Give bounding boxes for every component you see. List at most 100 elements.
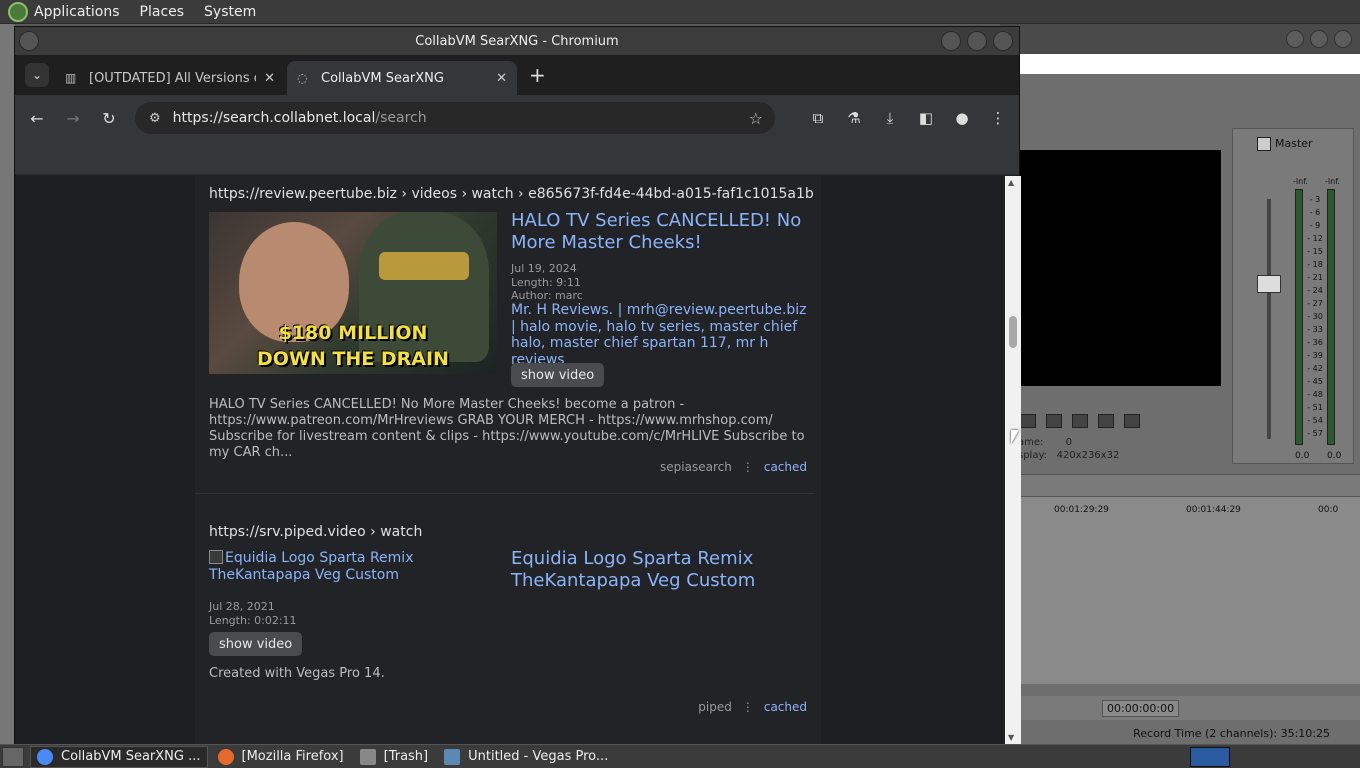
- gnome-foot-icon[interactable]: [8, 1, 28, 22]
- meter-scale-label: - 21: [1307, 273, 1323, 282]
- result-date: Jul 19, 2024: [511, 262, 577, 275]
- thumbnail-alt-text: Equidia Logo Sparta Remix TheKantapapa V…: [209, 550, 414, 583]
- tray-chromium-icon[interactable]: [1190, 747, 1230, 767]
- profile-icon[interactable]: ●: [951, 104, 973, 132]
- results-column: https://review.peertube.biz › videos › w…: [195, 176, 821, 744]
- task-label: [Mozilla Firefox]: [241, 749, 344, 764]
- meter-zero-left: 0.0: [1295, 451, 1310, 461]
- show-video-button[interactable]: show video: [511, 363, 605, 387]
- meter-scale-label: - 18: [1307, 260, 1323, 269]
- result-author: Author: marc: [511, 289, 583, 302]
- meter-scale-label: - 9: [1309, 221, 1321, 230]
- result-url[interactable]: https://srv.piped.video › watch: [209, 524, 813, 540]
- meter-scale-label: - 57: [1307, 429, 1323, 438]
- window-menu-icon[interactable]: [19, 31, 39, 51]
- scroll-down-icon[interactable]: ▼: [1008, 733, 1014, 742]
- close-icon[interactable]: [1334, 30, 1352, 48]
- kebab-menu-icon[interactable]: ⋮: [987, 104, 1009, 132]
- task-trash[interactable]: [Trash]: [354, 746, 435, 768]
- download-icon[interactable]: ⤓: [879, 104, 901, 132]
- thumbnail-caption-line: $180 MILLION: [278, 322, 428, 344]
- result-meta: Jul 19, 2024 Length: 9:11 Author: marc: [511, 262, 583, 303]
- scroll-up-icon[interactable]: ▲: [1008, 178, 1014, 187]
- timeline: 00:01:29:29 00:01:44:29 00:0: [1020, 474, 1360, 684]
- meter-inf-right: -Inf.: [1325, 177, 1341, 186]
- bookmark-bar: [15, 141, 1019, 175]
- menu-system[interactable]: System: [204, 4, 256, 20]
- transport-controls: [1020, 414, 1140, 428]
- page-scrollbar[interactable]: ▲ ▼: [1005, 176, 1021, 744]
- video-thumbnail[interactable]: $180 MILLION DOWN THE DRAIN: [209, 212, 497, 374]
- new-tab-icon[interactable]: +: [529, 63, 546, 87]
- cached-link[interactable]: cached: [764, 460, 807, 474]
- minimize-icon[interactable]: [941, 31, 961, 51]
- meter-scale-label: - 45: [1307, 377, 1323, 386]
- back-icon[interactable]: ←: [23, 104, 51, 132]
- show-video-button[interactable]: show video: [209, 632, 303, 656]
- address-bar[interactable]: ⚙ https://search.collabnet.local/search …: [135, 102, 775, 134]
- fader-track: [1267, 199, 1271, 439]
- fast-forward-icon[interactable]: [1124, 414, 1140, 428]
- result-title[interactable]: Equidia Logo Sparta Remix TheKantapapa V…: [511, 548, 811, 592]
- firefox-icon: [217, 748, 234, 765]
- maximize-icon[interactable]: [1310, 30, 1328, 48]
- chromium-titlebar: CollabVM SearXNG - Chromium: [15, 27, 1019, 55]
- cached-link[interactable]: cached: [764, 700, 807, 714]
- preview-info: ame: 0 splay: 420x236x32: [1018, 436, 1119, 462]
- result-title[interactable]: HALO TV Series CANCELLED! No More Master…: [511, 210, 811, 254]
- labs-icon[interactable]: ⚗: [843, 104, 865, 132]
- task-label: Untitled - Vegas Pro...: [468, 749, 609, 764]
- result-length: Length: 0:02:11: [209, 613, 297, 627]
- result-divider: [195, 493, 815, 494]
- reload-icon[interactable]: ↻: [95, 104, 123, 132]
- master-fader[interactable]: [1257, 275, 1281, 293]
- meter-scale-label: - 30: [1307, 312, 1323, 321]
- result-tags[interactable]: Mr. H Reviews. | mrh@review.peertube.biz…: [511, 302, 811, 368]
- task-firefox[interactable]: [Mozilla Firefox]: [212, 746, 350, 768]
- taskbar: CollabVM SearXNG ... [Mozilla Firefox] […: [0, 744, 1360, 768]
- broken-thumbnail[interactable]: Equidia Logo Sparta Remix TheKantapapa V…: [209, 550, 499, 584]
- meter-scale-label: - 12: [1307, 234, 1323, 243]
- extensions-icon[interactable]: ⧉: [807, 104, 829, 132]
- site-info-icon[interactable]: ⚙: [149, 111, 161, 126]
- task-vegas[interactable]: Untitled - Vegas Pro...: [438, 746, 614, 768]
- side-panel-icon[interactable]: ◧: [915, 104, 937, 132]
- vegas-menubar: [1000, 54, 1360, 74]
- meter-scale-label: - 42: [1307, 364, 1323, 373]
- meter-scale-label: - 6: [1309, 208, 1321, 217]
- task-label: [Trash]: [383, 749, 429, 764]
- tab-collabvm-searxng[interactable]: ◌ CollabVM SearXNG ✕: [287, 61, 517, 95]
- result-content: Created with Vegas Pro 14.: [209, 666, 385, 681]
- menu-applications[interactable]: Applications: [34, 4, 120, 20]
- engine-name: piped: [698, 700, 732, 714]
- task-chromium[interactable]: CollabVM SearXNG ...: [30, 745, 208, 768]
- next-frame-icon[interactable]: [1072, 414, 1088, 428]
- scrollbar-thumb[interactable]: [1009, 316, 1017, 348]
- meter-scale-label: - 48: [1307, 390, 1323, 399]
- tab-label: CollabVM SearXNG: [321, 70, 444, 86]
- background-window-edge: [0, 24, 14, 744]
- result-url[interactable]: https://review.peertube.biz › videos › w…: [209, 186, 814, 202]
- forward-icon[interactable]: →: [59, 104, 87, 132]
- meter-inf-left: -Inf.: [1293, 177, 1309, 186]
- museum-icon: ▥: [65, 71, 77, 85]
- maximize-icon[interactable]: [967, 31, 987, 51]
- show-desktop-icon[interactable]: [2, 746, 24, 767]
- meter-scale-label: - 3: [1309, 195, 1321, 204]
- close-icon[interactable]: [993, 31, 1013, 51]
- tab-search-icon[interactable]: ⌄: [25, 63, 49, 87]
- result-content: HALO TV Series CANCELLED! No More Master…: [209, 397, 805, 460]
- engine-separator: ⋮: [741, 460, 754, 474]
- prev-frame-icon[interactable]: [1046, 414, 1062, 428]
- stop-icon[interactable]: [1020, 414, 1036, 428]
- tab-close-icon[interactable]: ✕: [264, 71, 275, 86]
- menu-places[interactable]: Places: [140, 4, 185, 20]
- tab-close-icon[interactable]: ✕: [496, 71, 507, 86]
- meter-scale: - 3 - 6 - 9 - 12 - 15 - 18 - 21 - 24 - 27 - 30 - 3…: [1305, 193, 1325, 440]
- tab-outdated-versions[interactable]: ▥ [OUTDATED] All Versions of ✕: [55, 61, 285, 95]
- minimize-icon[interactable]: [1286, 30, 1304, 48]
- browser-toolbar: ← → ↻ ⚙ https://search.collabnet.local/s…: [15, 95, 1019, 141]
- bookmark-star-icon[interactable]: ☆: [749, 109, 763, 128]
- rewind-icon[interactable]: [1098, 414, 1114, 428]
- display-value: 420x236x32: [1056, 450, 1120, 461]
